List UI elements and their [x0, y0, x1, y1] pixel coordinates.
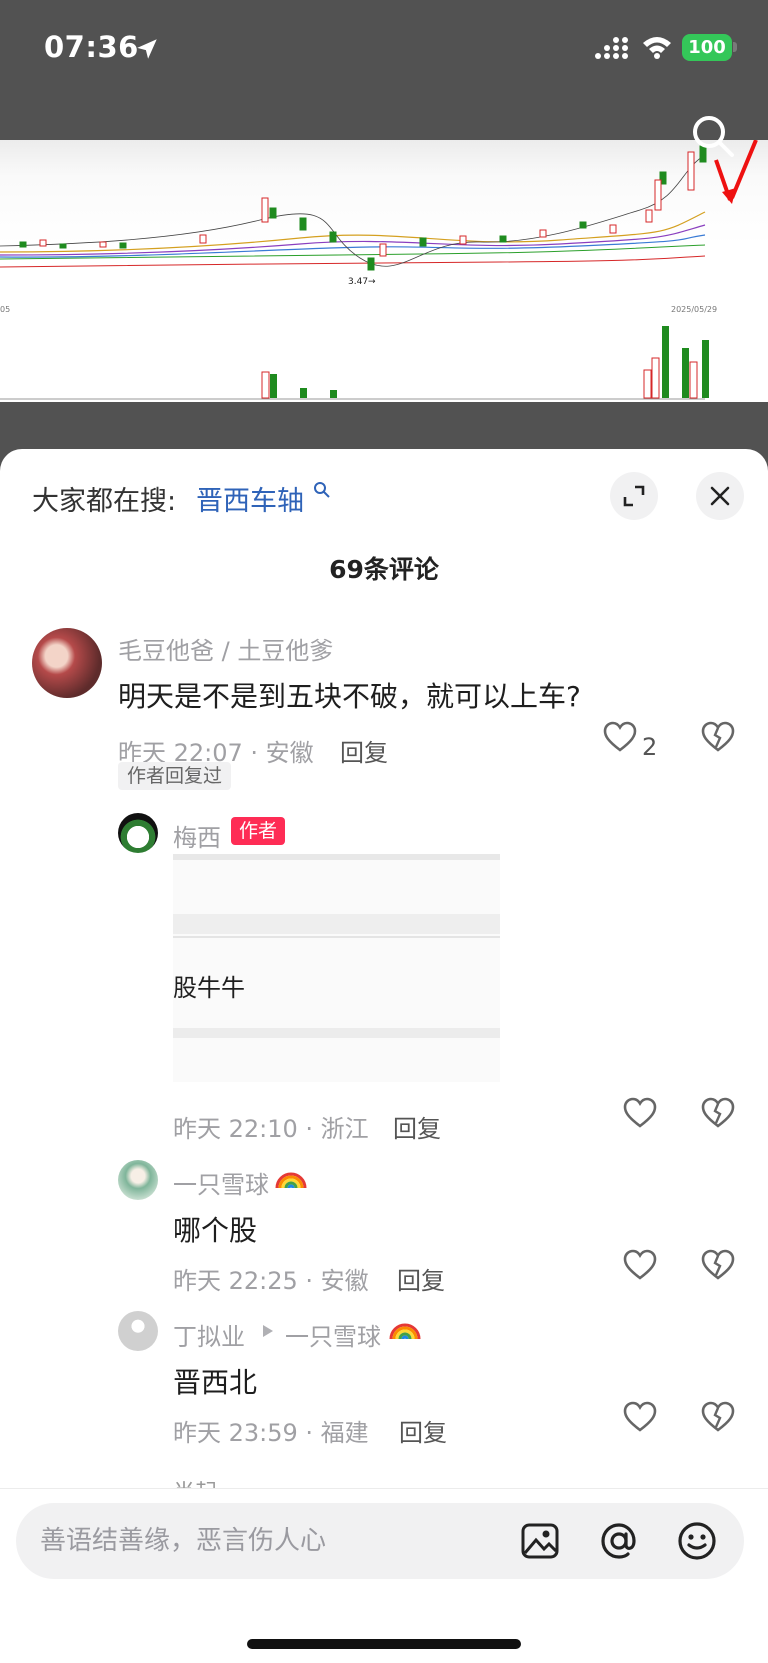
home-indicator[interactable]: [247, 1639, 521, 1649]
reply-image[interactable]: 股牛牛: [173, 854, 500, 1082]
battery-cap: [733, 42, 737, 52]
avatar[interactable]: [118, 813, 158, 853]
everyone-searching-prefix: 大家都在搜:: [32, 486, 177, 517]
dislike-broken-heart-icon[interactable]: [701, 1249, 735, 1281]
stock-chart-image: 3.47→ 05 2025/05/29: [0, 140, 768, 402]
reply-to-arrow-icon: [263, 1325, 273, 1337]
close-icon: [710, 486, 730, 506]
expand-button[interactable]: [610, 472, 658, 520]
rainbow-emoji-icon: [275, 1172, 307, 1189]
comment-input[interactable]: [40, 1521, 500, 1561]
next-comment-username-partial: 肖起: [173, 1475, 217, 1489]
video-area[interactable]: 07:36 100 3.47→ 05 2025/05/29: [0, 0, 768, 470]
reply-time-location: 昨天 22:10 · 浙江: [173, 1115, 369, 1143]
image-strip: [173, 936, 500, 938]
expand-icon: [623, 485, 645, 507]
image-picker-icon[interactable]: [519, 1520, 561, 1562]
battery-indicator: 100: [682, 34, 732, 61]
reply-image-text: 股牛牛: [173, 974, 245, 1002]
cellular-signal-icon: [595, 37, 628, 59]
like-heart-icon[interactable]: [603, 721, 637, 753]
avatar[interactable]: [118, 1311, 158, 1351]
reply-button[interactable]: 回复: [393, 1109, 441, 1144]
avatar[interactable]: [32, 628, 102, 698]
reply-time-location: 昨天 23:59 · 福建: [173, 1419, 369, 1447]
location-arrow-icon: [137, 39, 157, 59]
at-mention-icon[interactable]: [598, 1520, 640, 1562]
emoji-icon[interactable]: [676, 1520, 718, 1562]
reply-to-username[interactable]: 一只雪球: [285, 1317, 381, 1352]
comment-input-pill[interactable]: [16, 1503, 744, 1579]
reply-button[interactable]: 回复: [397, 1261, 445, 1296]
image-strip: [173, 914, 500, 934]
reply-text: 晋西北: [173, 1366, 258, 1399]
search-icon[interactable]: [690, 113, 736, 159]
dislike-broken-heart-icon[interactable]: [701, 1097, 735, 1129]
chart-end-date-label: 2025/05/29: [671, 305, 717, 314]
chart-low-price-label: 3.47→: [348, 277, 376, 287]
wifi-icon: [643, 37, 671, 59]
everyone-searching-link[interactable]: 晋西车轴: [196, 479, 304, 518]
reply-time-location: 昨天 22:25 · 安徽: [173, 1267, 369, 1295]
comment-text: 明天是不是到五块不破，就可以上车?: [118, 680, 581, 713]
comment-count: 69条评论: [329, 555, 439, 584]
reply-username[interactable]: 丁拟业: [173, 1317, 245, 1352]
candlestick-chart-drawing: 3.47→ 05 2025/05/29: [0, 140, 758, 400]
reply-button[interactable]: 回复: [399, 1413, 447, 1448]
reply-button[interactable]: 回复: [340, 733, 388, 768]
comment-username[interactable]: 毛豆他爸 / 土豆他爹: [118, 631, 333, 666]
like-heart-icon[interactable]: [623, 1401, 657, 1433]
comment-input-bar: [0, 1488, 768, 1663]
dislike-broken-heart-icon[interactable]: [701, 1401, 735, 1433]
author-replied-tag: 作者回复过: [118, 762, 232, 790]
status-time: 07:36: [44, 30, 139, 64]
author-badge: 作者: [231, 817, 286, 845]
status-bar: 07:36 100: [0, 0, 768, 100]
rainbow-emoji-icon: [389, 1323, 421, 1340]
chart-start-date-label: 05: [0, 305, 10, 314]
like-heart-icon[interactable]: [623, 1097, 657, 1129]
reply-text: 哪个股: [173, 1214, 258, 1247]
avatar[interactable]: [118, 1160, 158, 1200]
like-count: 2: [642, 733, 658, 761]
close-button[interactable]: [696, 472, 744, 520]
reply-username[interactable]: 梅西: [173, 818, 221, 853]
comment-sheet: 大家都在搜: 晋西车轴 69条评论 毛豆他爸 / 土豆他爹 明天是不是到五块不破…: [0, 449, 768, 1663]
search-small-icon: [314, 482, 330, 498]
reply-username[interactable]: 一只雪球: [173, 1165, 269, 1200]
image-strip: [173, 854, 500, 860]
like-heart-icon[interactable]: [623, 1249, 657, 1281]
dislike-broken-heart-icon[interactable]: [701, 721, 735, 753]
image-strip: [173, 1028, 500, 1038]
